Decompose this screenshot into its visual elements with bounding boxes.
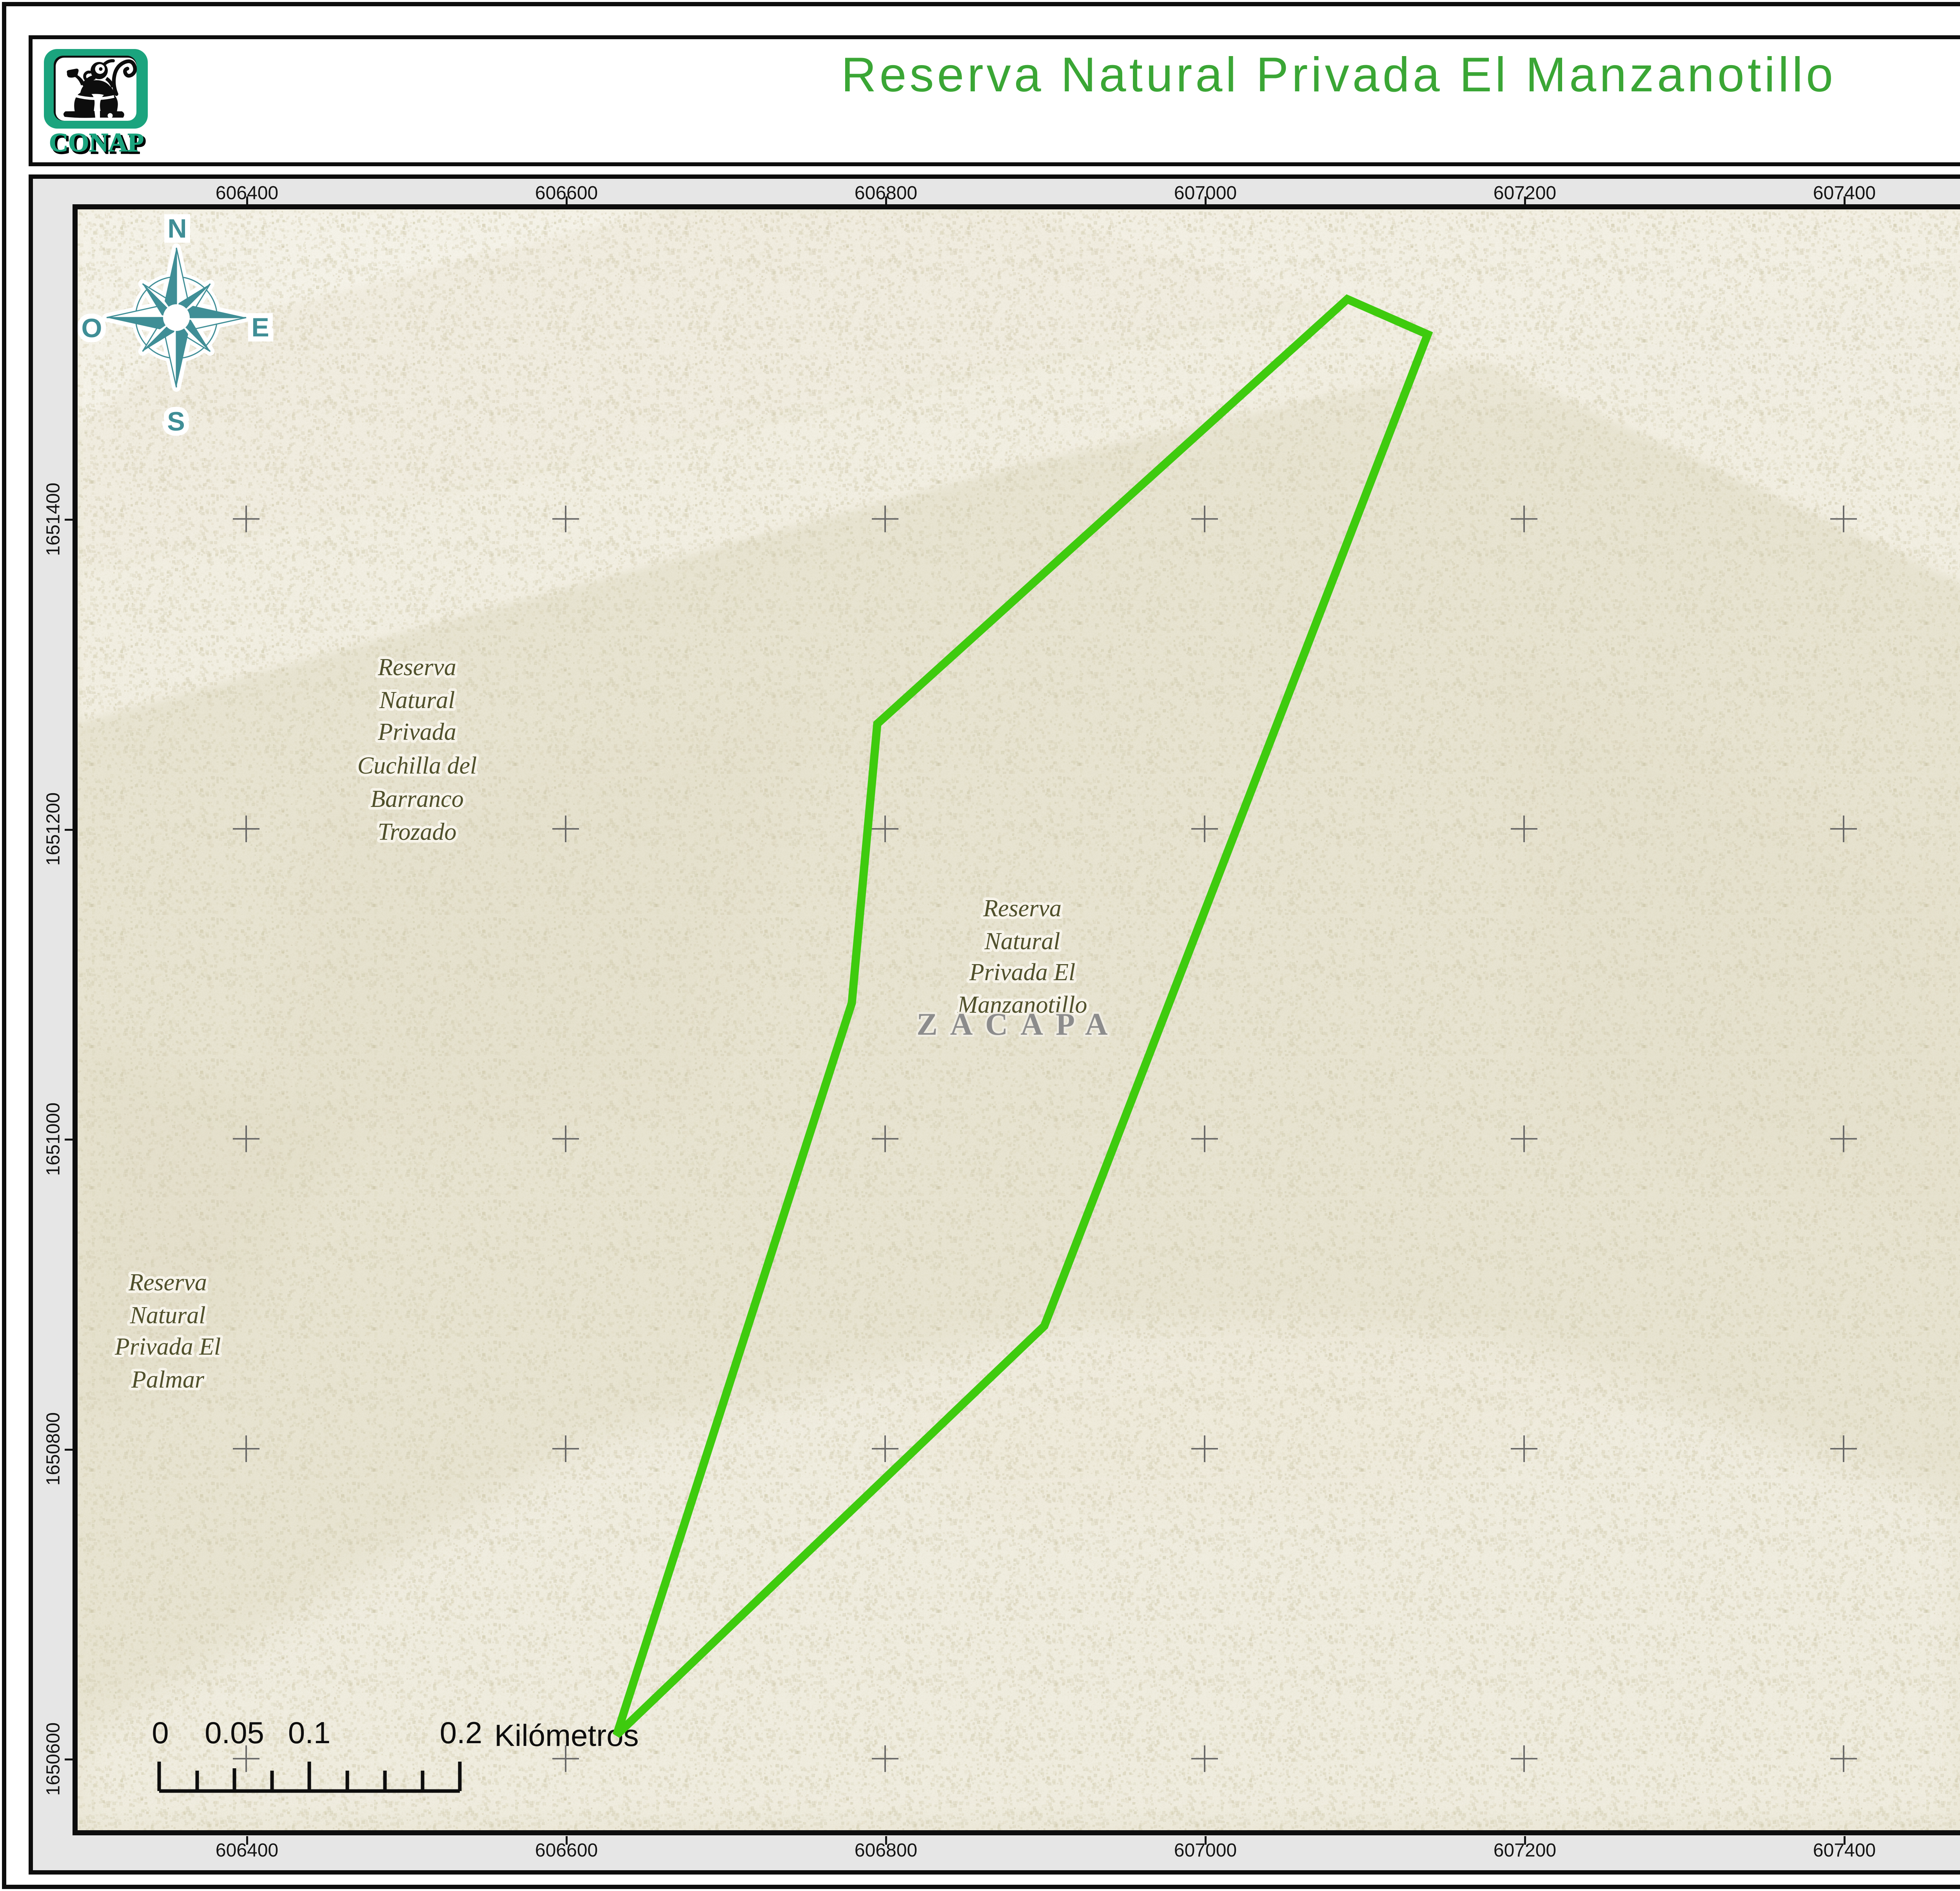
svg-text:Natural: Natural [130,1302,206,1329]
svg-text:Reserva: Reserva [128,1269,207,1296]
svg-text:0.1: 0.1 [288,1715,330,1750]
svg-text:Trozado: Trozado [377,819,456,845]
svg-text:Privada El: Privada El [969,959,1075,986]
svg-text:Natural: Natural [984,928,1060,955]
svg-text:Reserva: Reserva [377,654,456,681]
svg-text:Reserva: Reserva [983,895,1062,922]
svg-text:CONAP: CONAP [49,127,144,157]
svg-text:Privada El: Privada El [114,1333,221,1360]
svg-text:O: O [82,313,102,343]
svg-text:Palmar: Palmar [131,1366,205,1393]
svg-text:0: 0 [152,1715,169,1750]
svg-text:0.2: 0.2 [440,1715,482,1750]
svg-text:Natural: Natural [379,687,455,714]
svg-text:S: S [167,407,185,436]
svg-text:0.05: 0.05 [205,1715,264,1750]
svg-text:Barranco: Barranco [370,786,464,812]
svg-text:E: E [251,312,269,342]
svg-text:N: N [167,214,187,243]
svg-text:Cuchilla del: Cuchilla del [358,752,477,779]
svg-text:Privada: Privada [377,719,456,745]
svg-text:ZACAPA: ZACAPA [916,1007,1120,1042]
